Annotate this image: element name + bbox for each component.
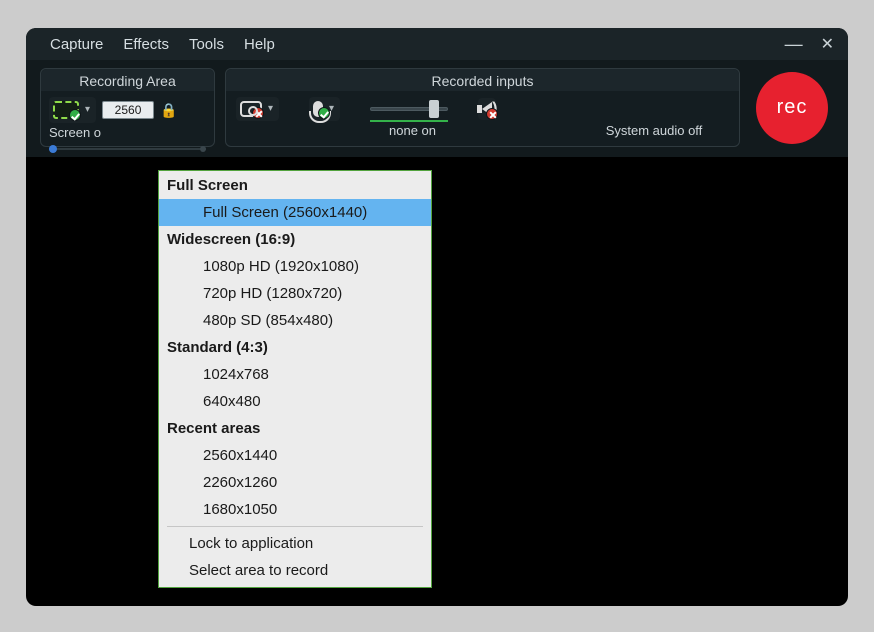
level-indicator (370, 120, 448, 122)
screen-label: Screen o (41, 125, 214, 146)
menu-bar: Capture Effects Tools Help — ✕ (26, 28, 848, 60)
disabled-icon (252, 107, 264, 119)
record-button[interactable]: rec (756, 72, 828, 144)
minimize-button[interactable]: — (785, 34, 803, 55)
panel-recording-area-title: Recording Area (41, 69, 214, 91)
width-input[interactable]: 2560 (102, 101, 154, 119)
microphone-group: ▾ (309, 97, 340, 121)
dropdown-item-640x480[interactable]: 640x480 (159, 388, 431, 415)
dropdown-item-720p[interactable]: 720p HD (1280x720) (159, 280, 431, 307)
dropdown-item-recent-2560x1440[interactable]: 2560x1440 (159, 442, 431, 469)
dropdown-header-widescreen: Widescreen (16:9) (159, 226, 431, 253)
dropdown-item-1080p[interactable]: 1080p HD (1920x1080) (159, 253, 431, 280)
dropdown-item-480p[interactable]: 480p SD (854x480) (159, 307, 431, 334)
record-button-wrap: rec (750, 68, 834, 147)
check-icon (69, 109, 81, 121)
chevron-down-icon: ▾ (266, 104, 275, 114)
dropdown-item-recent-2260x1260[interactable]: 2260x1260 (159, 469, 431, 496)
dimensions-group: 2560 (102, 101, 154, 119)
app-window: Capture Effects Tools Help — ✕ Recording… (26, 28, 848, 606)
panel-recording-area: Recording Area ▾ 2560 🔒 Screen o (40, 68, 215, 147)
dropdown-item-recent-1680x1050[interactable]: 1680x1050 (159, 496, 431, 523)
close-button[interactable]: ✕ (821, 34, 834, 55)
dropdown-action-lock-to-application[interactable]: Lock to application (159, 530, 431, 557)
menu-tools[interactable]: Tools (179, 34, 234, 55)
mic-volume-slider[interactable] (370, 107, 448, 111)
webcam-button[interactable]: ▾ (236, 97, 279, 121)
area-dropdown: Full Screen Full Screen (2560x1440) Wide… (158, 170, 432, 588)
panel-recorded-inputs: Recorded inputs ▾ ▾ (225, 68, 740, 147)
dropdown-item-fullscreen-2560x1440[interactable]: Full Screen (2560x1440) (159, 199, 431, 226)
system-audio-group (478, 98, 496, 120)
area-slider[interactable] (49, 148, 206, 150)
webcam-icon (240, 101, 262, 117)
webcam-group: ▾ (236, 97, 279, 121)
dropdown-action-select-area[interactable]: Select area to record (159, 557, 431, 587)
mic-volume-group (370, 107, 448, 111)
dropdown-separator (167, 526, 423, 527)
window-controls: — ✕ (785, 34, 834, 55)
microphone-button[interactable]: ▾ (309, 97, 340, 121)
toolbar: Recording Area ▾ 2560 🔒 Screen o Recorde… (26, 60, 848, 157)
dropdown-header-fullscreen: Full Screen (159, 171, 431, 199)
slider-thumb[interactable] (429, 100, 439, 118)
microphone-label: none on (316, 123, 446, 138)
fullscreen-icon (53, 101, 79, 119)
check-icon (318, 107, 330, 119)
screen-select-button[interactable]: ▾ (49, 97, 96, 123)
panel-recorded-inputs-title: Recorded inputs (226, 69, 739, 91)
dropdown-header-recent: Recent areas (159, 415, 431, 442)
chevron-down-icon: ▾ (83, 105, 92, 115)
lock-icon[interactable]: 🔒 (160, 102, 177, 119)
menu-effects[interactable]: Effects (113, 34, 179, 55)
system-audio-label: System audio off (579, 123, 729, 138)
menu-capture[interactable]: Capture (40, 34, 113, 55)
disabled-icon (486, 108, 498, 120)
menu-help[interactable]: Help (234, 34, 285, 55)
dropdown-header-standard: Standard (4:3) (159, 334, 431, 361)
dropdown-item-1024x768[interactable]: 1024x768 (159, 361, 431, 388)
system-audio-button[interactable] (478, 98, 496, 120)
